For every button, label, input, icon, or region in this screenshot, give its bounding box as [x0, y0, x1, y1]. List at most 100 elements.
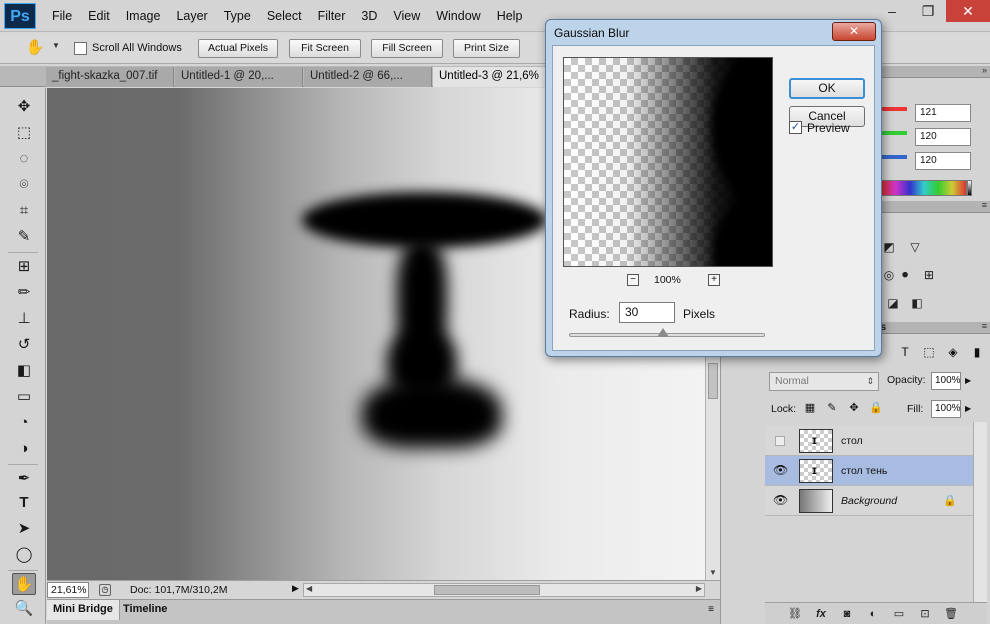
color-spectrum[interactable] [881, 180, 967, 196]
layers-scrollbar[interactable] [973, 422, 987, 602]
vertical-scroll-thumb[interactable] [708, 363, 718, 399]
dodge-tool-icon[interactable]: ◑ [12, 438, 36, 460]
menu-window[interactable]: Window [428, 0, 488, 32]
hand-tool-preset-icon[interactable]: ✋ [24, 38, 46, 58]
scroll-down-arrow-icon[interactable]: ▼ [709, 568, 717, 577]
red-value-field[interactable]: 121 [915, 104, 971, 122]
trash-icon[interactable]: 🗑 [943, 606, 959, 622]
restore-button[interactable]: ❐ [910, 0, 946, 22]
clone-stamp-tool-icon[interactable]: ⊥ [12, 308, 36, 330]
panel-menu-icon[interactable]: ≡ [982, 200, 987, 210]
menu-image[interactable]: Image [118, 0, 169, 32]
link-layers-icon[interactable]: ⛓ [787, 606, 803, 622]
black-white-ramp[interactable] [967, 180, 972, 196]
blur-tool-icon[interactable]: ◔ [12, 412, 36, 434]
lock-transparent-icon[interactable]: ▦ [803, 401, 817, 415]
new-group-icon[interactable]: ▭ [891, 606, 907, 622]
healing-brush-tool-icon[interactable]: ⊞ [12, 256, 36, 278]
lasso-tool-icon[interactable]: ◌ [12, 148, 36, 170]
hue-saturation-icon[interactable]: ◎ [881, 268, 897, 282]
zoom-level-field[interactable]: 21,61% [47, 582, 89, 598]
menu-edit[interactable]: Edit [80, 0, 118, 32]
eye-icon[interactable]: 👁 [773, 493, 788, 507]
eyedropper-tool-icon[interactable]: ✎ [12, 226, 36, 248]
print-size-button[interactable]: Print Size [453, 39, 520, 58]
gradient-tool-icon[interactable]: ▭ [12, 386, 36, 408]
radius-input[interactable]: 30 [619, 302, 675, 323]
eye-icon[interactable]: 👁 [773, 463, 788, 477]
filter-toggle-icon[interactable]: ▮ [969, 344, 985, 360]
hand-tool-icon[interactable]: ✋ [12, 573, 36, 595]
zoom-in-button[interactable]: + [708, 274, 720, 286]
tab-untitled-1[interactable]: Untitled-1 @ 20,... [175, 67, 303, 87]
marquee-tool-icon[interactable]: ⬚ [12, 122, 36, 144]
color-balance-icon[interactable]: ⚫ [897, 268, 913, 282]
preview-checkbox[interactable]: ✓ [789, 121, 802, 134]
minimize-button[interactable]: – [874, 0, 910, 22]
chevron-down-icon[interactable]: ▼ [52, 41, 60, 50]
fit-screen-button[interactable]: Fit Screen [289, 39, 361, 58]
layer-row-stol[interactable]: ɪ стол [765, 426, 973, 456]
fill-screen-button[interactable]: Fill Screen [371, 39, 443, 58]
curves-icon[interactable]: ◩ [881, 240, 897, 254]
brush-tool-icon[interactable]: ✏ [12, 282, 36, 304]
pen-tool-icon[interactable]: ✒ [12, 468, 36, 490]
shape-tool-icon[interactable]: ◯ [12, 544, 36, 566]
opacity-field[interactable]: 100% [931, 372, 961, 390]
layer-row-background[interactable]: 👁 Background 🔒 [765, 486, 973, 516]
lock-all-icon[interactable]: 🔒 [869, 401, 883, 415]
opacity-dropdown-icon[interactable]: ▶ [965, 376, 971, 385]
move-tool-icon[interactable]: ✥ [12, 96, 36, 118]
filter-smart-object-icon[interactable]: ◈ [945, 344, 961, 360]
radius-slider-thumb[interactable] [657, 328, 669, 337]
layer-style-icon[interactable]: fx [813, 606, 829, 622]
menu-help[interactable]: Help [489, 0, 531, 32]
menu-layer[interactable]: Layer [168, 0, 215, 32]
threshold-icon[interactable]: ◪ [885, 296, 901, 310]
canvas-horizontal-scrollbar[interactable]: ◀ ▶ [303, 583, 705, 597]
zoom-tool-icon[interactable]: 🔍 [12, 598, 36, 620]
filter-type-icon[interactable]: T [897, 344, 913, 360]
scroll-right-arrow-icon[interactable]: ▶ [696, 584, 702, 593]
path-selection-tool-icon[interactable]: ➤ [12, 518, 36, 540]
quick-select-tool-icon[interactable]: ⌾ [12, 174, 36, 196]
menu-file[interactable]: File [44, 0, 80, 32]
ok-button[interactable]: OK [789, 78, 865, 99]
tab-untitled-3[interactable]: Untitled-3 @ 21,6% [433, 67, 553, 87]
layer-row-stol-ten[interactable]: 👁 ɪ стол тень [765, 456, 973, 486]
add-mask-icon[interactable]: ◙ [839, 606, 855, 622]
channel-mixer-icon[interactable]: ⊞ [921, 268, 937, 282]
menu-3d[interactable]: 3D [353, 0, 385, 32]
status-menu-arrow-icon[interactable]: ▶ [292, 583, 299, 594]
eraser-tool-icon[interactable]: ◧ [12, 360, 36, 382]
visibility-toggle-off[interactable] [775, 436, 785, 446]
adjustment-layer-icon[interactable]: ◐ [865, 606, 881, 622]
gradient-map-icon[interactable]: ▽ [907, 240, 923, 254]
panel-menu-icon[interactable]: ≡ [982, 321, 987, 331]
new-layer-icon[interactable]: ⊡ [917, 606, 933, 622]
fill-dropdown-icon[interactable]: ▶ [965, 404, 971, 413]
green-value-field[interactable]: 120 [915, 128, 971, 146]
filter-shape-icon[interactable]: ⬚ [921, 344, 937, 360]
menu-filter[interactable]: Filter [310, 0, 354, 32]
dialog-close-button[interactable]: ✕ [832, 22, 876, 41]
panel-menu-icon[interactable]: ≡ [708, 604, 714, 615]
document-info-icon[interactable]: ◷ [99, 584, 111, 596]
tab-timeline[interactable]: Timeline [117, 600, 173, 620]
lock-image-icon[interactable]: ✎ [825, 401, 839, 415]
zoom-out-button[interactable]: − [627, 274, 639, 286]
menu-type[interactable]: Type [216, 0, 259, 32]
blur-preview[interactable] [563, 57, 773, 267]
history-brush-tool-icon[interactable]: ↺ [12, 334, 36, 356]
tab-untitled-2[interactable]: Untitled-2 @ 66,... [304, 67, 432, 87]
blue-value-field[interactable]: 120 [915, 152, 971, 170]
green-slider[interactable] [881, 131, 907, 135]
horizontal-scroll-thumb[interactable] [434, 585, 540, 595]
tab-fight-skazka[interactable]: _fight-skazka_007.tif [46, 67, 174, 87]
selective-color-icon[interactable]: ◧ [909, 296, 925, 310]
blue-slider[interactable] [881, 155, 907, 159]
lock-position-icon[interactable]: ✥ [847, 401, 861, 415]
fill-field[interactable]: 100% [931, 400, 961, 418]
crop-tool-icon[interactable]: ⌗ [12, 200, 36, 222]
type-tool-icon[interactable]: T [12, 492, 36, 514]
